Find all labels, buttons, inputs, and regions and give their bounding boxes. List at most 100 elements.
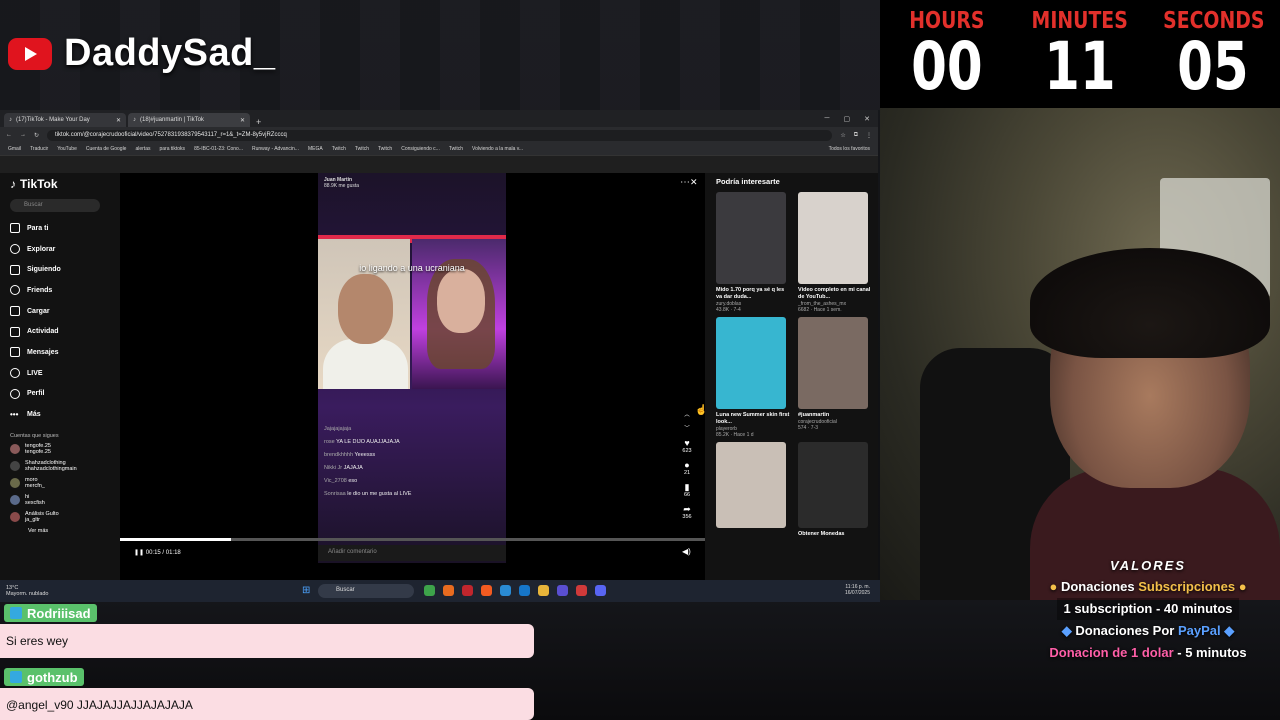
video-thumbnail[interactable] [798, 442, 868, 528]
firefox-icon[interactable] [443, 585, 454, 596]
recommendation-card[interactable]: #juanmartin corajecrudooficial 574 · 7-3 [798, 317, 872, 438]
edge-icon[interactable] [500, 585, 511, 596]
following-item[interactable]: hi sexcfish [10, 494, 120, 507]
chrome-icon[interactable] [424, 585, 435, 596]
discord-icon[interactable] [595, 585, 606, 596]
recommendation-card[interactable]: Video completo en mi canal de YouTub... _… [798, 192, 872, 313]
nav-mas[interactable]: ••• Más [10, 404, 120, 425]
recommendation-card[interactable] [716, 442, 790, 538]
recommendation-card[interactable]: Luna new Summer skin first look... player… [716, 317, 790, 438]
tab-tiktok-home[interactable]: ♪ (17)TikTok - Make Your Day ✕ [4, 113, 126, 127]
nav-siguiendo[interactable]: Siguiendo [10, 259, 120, 280]
chat-message: le dio un me gusta al LIVE [347, 491, 412, 497]
following-item[interactable]: Análisis Gulto ja_gltr [10, 511, 120, 524]
folder-icon[interactable] [538, 585, 549, 596]
nav-mensajes[interactable]: Mensajes [10, 342, 120, 363]
bookmark-item-all[interactable]: Todos los favoritos [829, 146, 870, 152]
comment-button[interactable]: ● 21 [676, 461, 698, 477]
windows-start-icon[interactable]: ⊞ [302, 585, 310, 596]
video-frame[interactable]: Juan Martin 88.9K me gusta ✕ io ligando … [318, 173, 698, 563]
save-button[interactable]: ▮ 66 [676, 483, 698, 499]
nav-up-icon[interactable]: ︿ [676, 411, 698, 419]
bookmark-item[interactable]: Traducir [30, 146, 48, 152]
nav-live[interactable]: LIVE [10, 363, 120, 384]
system-clock[interactable]: 11:16 p. m. 16/07/2025 [845, 584, 870, 596]
app-icon[interactable] [576, 585, 587, 596]
bookmark-item[interactable]: Gmail [8, 146, 21, 152]
brave-icon[interactable] [481, 585, 492, 596]
search-input[interactable]: Buscar [10, 199, 100, 212]
forward-icon[interactable]: → [20, 132, 26, 138]
bookmark-item[interactable]: MEGA [308, 146, 323, 152]
extensions-icon[interactable]: ⧉ [854, 132, 858, 139]
nav-down-icon[interactable]: ﹀ [676, 425, 698, 433]
video-player[interactable]: Juan Martin 88.9K me gusta ✕ io ligando … [120, 173, 707, 583]
volume-icon[interactable]: ◀) [682, 547, 691, 556]
see-more-link[interactable]: Ver más [10, 528, 120, 535]
minimize-icon[interactable]: ─ [825, 115, 830, 123]
video-thumbnail[interactable] [716, 192, 786, 284]
bookmark-item[interactable]: YouTube [57, 146, 77, 152]
following-item[interactable]: Shahzadclothing shahzadclothingmain [10, 460, 120, 473]
taskbar-search[interactable]: Buscar [318, 584, 414, 598]
coin-icon: ● [1049, 579, 1058, 594]
app-icon[interactable] [557, 585, 568, 596]
video-thumbnail[interactable] [798, 317, 868, 409]
pause-icon[interactable]: ❚❚ [134, 550, 144, 556]
tab-tiktok-video[interactable]: ♪ (18)#juanmartin | TikTok ✕ [128, 113, 250, 127]
video-thumbnail[interactable] [798, 192, 868, 284]
close-window-icon[interactable]: ✕ [864, 115, 870, 123]
recommendation-card[interactable]: Mido 1.70 porq ya sé q les va dar duda..… [716, 192, 790, 313]
like-button[interactable]: ♥ 623 [676, 439, 698, 455]
video-progress-bar[interactable] [120, 538, 705, 541]
video-thumbnail[interactable] [716, 442, 786, 528]
bookmark-item[interactable]: Twitch [332, 146, 346, 152]
nav-para-ti[interactable]: Para ti [10, 218, 120, 239]
bookmark-item[interactable]: alertas [135, 146, 150, 152]
bookmark-item[interactable]: 85-IBC-01-23: Cono... [194, 146, 243, 152]
bookmark-item[interactable]: Volviendo a la mala v... [472, 146, 523, 152]
share-button[interactable]: ➦ 356 [676, 505, 698, 521]
close-icon[interactable]: ✕ [690, 177, 698, 188]
bookmark-item[interactable]: Twitch [449, 146, 463, 152]
bookmark-item[interactable]: Runway - Advancin... [252, 146, 299, 152]
nav-friends[interactable]: Friends [10, 280, 120, 301]
profile-icon [10, 388, 20, 399]
video-thumbnail[interactable] [716, 317, 786, 409]
reload-icon[interactable]: ↻ [34, 132, 39, 139]
following-item[interactable]: tengofe.25 tengofe.25 [10, 443, 120, 456]
app-icon[interactable] [519, 585, 530, 596]
nav-label: Siguiendo [27, 266, 61, 274]
opera-icon[interactable] [462, 585, 473, 596]
back-icon[interactable]: ← [6, 132, 12, 138]
weather-widget[interactable]: 13°C Mayorm. nublado [6, 585, 49, 597]
bookmark-item[interactable]: Consiguiendo c... [401, 146, 440, 152]
following-item[interactable]: moro mercfn_ [10, 477, 120, 490]
following-handle: sexcfish [25, 500, 45, 507]
nav-cargar[interactable]: Cargar [10, 301, 120, 322]
recommendation-card[interactable]: Obtener Monedas [798, 442, 872, 538]
comment-input[interactable]: Añadir comentario [318, 545, 506, 561]
bookmark-item[interactable]: Cuenta de Google [86, 146, 127, 152]
following-name: Análisis Gulto [25, 510, 59, 517]
nav-explorar[interactable]: Explorar [10, 239, 120, 260]
new-tab-icon[interactable]: + [252, 117, 265, 127]
close-icon[interactable]: ✕ [240, 117, 245, 124]
nav-perfil[interactable]: Perfil [10, 384, 120, 405]
nav-actividad[interactable]: Actividad [10, 321, 120, 342]
bookmark-item[interactable]: Twitch [378, 146, 392, 152]
paypal-icon: ◆ [1224, 623, 1235, 638]
bookmark-star-icon[interactable]: ☆ [840, 132, 845, 139]
more-options-icon[interactable]: ⋯ [680, 177, 690, 188]
close-icon[interactable]: ✕ [116, 117, 121, 124]
tiktok-logo[interactable]: ♪ TikTok [10, 177, 120, 191]
video-panel-right [412, 239, 506, 389]
activity-icon [10, 326, 20, 337]
menu-icon[interactable]: ⋮ [866, 132, 872, 139]
window-controls: ─ ▢ ✕ [817, 115, 878, 127]
maximize-icon[interactable]: ▢ [844, 115, 851, 123]
url-input[interactable]: tiktok.com/@corajecrudooficial/video/752… [47, 129, 833, 141]
bookmark-item[interactable]: Twitch [355, 146, 369, 152]
bookmark-item[interactable]: para tiktoks [159, 146, 185, 152]
card-stats: 6682 · Hace 1 sem. [798, 307, 842, 313]
